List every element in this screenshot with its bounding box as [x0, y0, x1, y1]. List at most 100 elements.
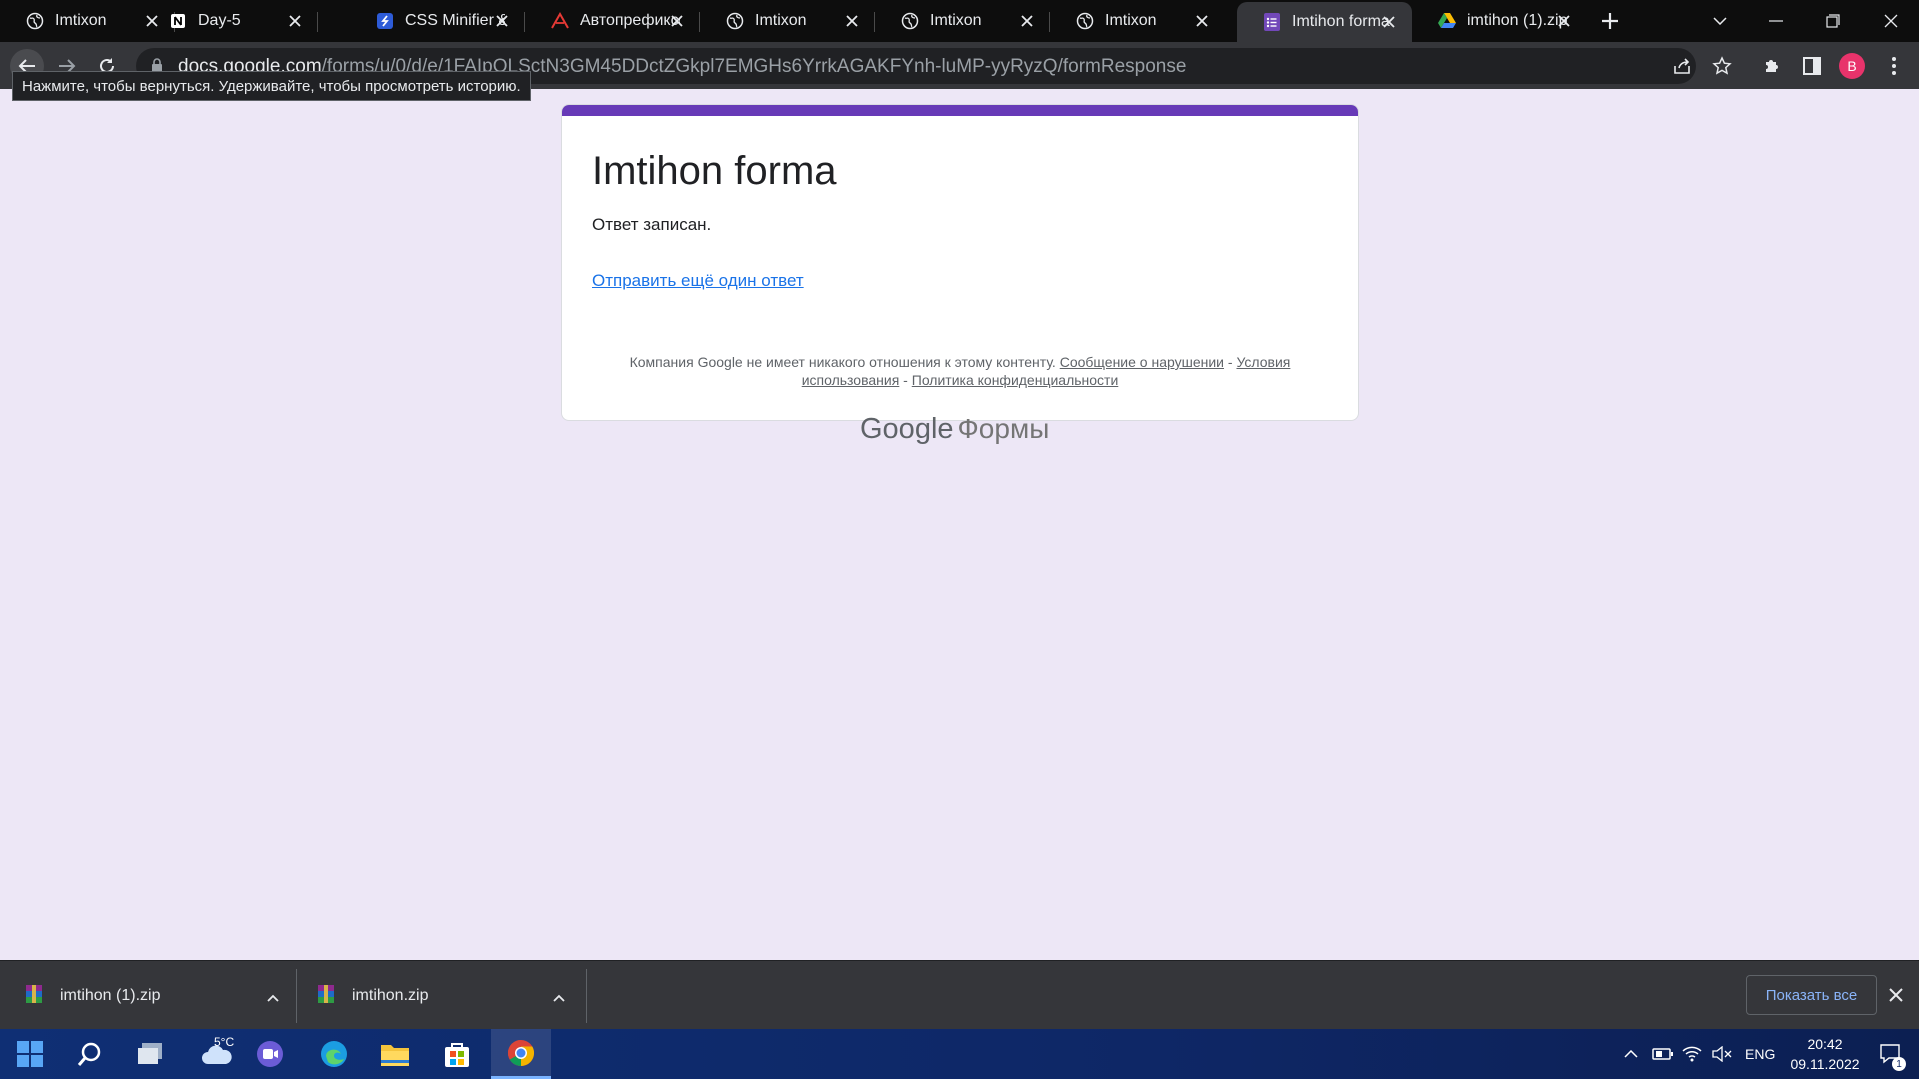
autoprefixer-icon: [550, 11, 570, 31]
close-icon[interactable]: [1018, 12, 1036, 30]
download-filename: imtihon.zip: [352, 987, 429, 1004]
tab-title: Imtixon: [930, 12, 982, 29]
submit-another-response-link[interactable]: Отправить ещё один ответ: [592, 271, 804, 291]
tab-imtihon-forma[interactable]: Imtihon forma: [1237, 2, 1412, 42]
tab-title: CSS Minifier & Compressor: [405, 12, 505, 29]
restore-button[interactable]: [1805, 0, 1861, 42]
task-view-button[interactable]: [122, 1029, 178, 1079]
download-bar: imtihon (1).zip imtihon.zip Показать все: [0, 960, 1919, 1029]
forms-wordmark: Формы: [957, 413, 1050, 444]
tab-imtihon-zip[interactable]: imtihon (1).zip: [1412, 0, 1587, 42]
side-panel-button[interactable]: [1796, 50, 1828, 82]
menu-button[interactable]: [1878, 50, 1910, 82]
start-button[interactable]: [2, 1029, 58, 1079]
show-hidden-icons-button[interactable]: [1624, 1029, 1638, 1079]
tab-imtixon-3[interactable]: Imtixon: [875, 0, 1050, 42]
network-status[interactable]: [1682, 1029, 1702, 1079]
form-title: Imtihon forma: [592, 149, 837, 193]
notion-icon: [168, 11, 188, 31]
close-icon[interactable]: [286, 12, 304, 30]
avatar: B: [1839, 53, 1865, 79]
system-clock[interactable]: 20:42 09.11.2022: [1785, 1034, 1865, 1074]
link-separator: -: [899, 372, 912, 388]
back-button-tooltip: Нажмите, чтобы вернуться. Удерживайте, ч…: [12, 71, 531, 101]
tab-title: Автопрефиксер: [580, 12, 680, 29]
tab-title: Imtixon: [755, 12, 807, 29]
battery-status[interactable]: [1652, 1029, 1674, 1079]
more-vert-icon: [1892, 57, 1896, 75]
star-icon: [1712, 56, 1732, 75]
minimize-button[interactable]: [1748, 0, 1804, 42]
tab-autoprefixer[interactable]: Автопрефиксер: [525, 0, 700, 42]
wifi-icon: [1682, 1046, 1702, 1062]
close-icon[interactable]: [1380, 13, 1398, 31]
tab-separator: [317, 12, 318, 32]
edge-icon: [321, 1041, 347, 1067]
tab-title: Imtixon: [55, 12, 107, 29]
tab-imtixon-4[interactable]: Imtixon: [1050, 0, 1225, 42]
chevron-up-icon[interactable]: [267, 989, 279, 1007]
notifications-button[interactable]: 1: [1880, 1029, 1906, 1079]
clock-time: 20:42: [1807, 1036, 1843, 1052]
close-icon[interactable]: [843, 12, 861, 30]
close-icon: [1884, 14, 1898, 28]
close-icon[interactable]: [493, 12, 511, 30]
tab-css-minifier[interactable]: CSS Minifier & Compressor: [350, 0, 525, 42]
privacy-link[interactable]: Политика конфиденциальности: [912, 372, 1119, 388]
close-icon[interactable]: [1193, 12, 1211, 30]
taskbar-search-button[interactable]: [62, 1029, 118, 1079]
windows-logo-icon: [17, 1041, 43, 1067]
weather-temperature: 5°C: [214, 1035, 235, 1049]
tab-imtixon-2[interactable]: Imtixon: [700, 0, 875, 42]
bookmark-button[interactable]: [1706, 50, 1738, 82]
tab-title: Day-5: [198, 12, 241, 29]
chevron-up-icon: [1624, 1050, 1638, 1058]
chevron-down-icon: [1713, 17, 1727, 25]
profile-button[interactable]: B: [1836, 50, 1868, 82]
google-forms-icon: [1262, 12, 1282, 32]
chrome-icon: [507, 1039, 535, 1066]
input-language[interactable]: ENG: [1745, 1029, 1775, 1079]
download-item[interactable]: imtihon (1).zip: [24, 969, 279, 1023]
notification-count-badge: 1: [1892, 1057, 1906, 1071]
winrar-archive-icon: [316, 984, 336, 1009]
show-all-downloads-button[interactable]: Показать все: [1746, 975, 1877, 1015]
close-window-button[interactable]: [1863, 0, 1919, 42]
tab-title: Imtixon: [1105, 12, 1157, 29]
close-icon: [1889, 988, 1903, 1002]
search-icon: [77, 1042, 101, 1066]
task-view-icon: [138, 1043, 162, 1064]
windows-taskbar: 5°C ENG 20:42 09.11.2022 1: [0, 1029, 1919, 1079]
tab-day-5[interactable]: Day-5: [143, 0, 318, 42]
store-icon: [445, 1043, 469, 1067]
close-icon[interactable]: [668, 12, 686, 30]
extensions-button[interactable]: [1756, 50, 1788, 82]
tab-search-button[interactable]: [1692, 0, 1748, 42]
download-filename: imtihon (1).zip: [60, 987, 161, 1004]
close-download-bar-button[interactable]: [1889, 988, 1903, 1007]
globe-icon: [725, 11, 745, 31]
video-chat-icon: [257, 1041, 283, 1067]
store-button[interactable]: [429, 1029, 485, 1079]
globe-icon: [25, 11, 45, 31]
google-drive-icon: [1437, 11, 1457, 31]
footer-disclaimer: Компания Google не имеет никакого отноше…: [590, 353, 1330, 389]
new-tab-button[interactable]: [1598, 9, 1622, 33]
download-item[interactable]: imtihon.zip: [316, 969, 565, 1023]
browser-tab-strip: Imtixon Day-5 CSS Minifier & Compressor …: [0, 0, 1919, 42]
google-wordmark: Google: [860, 413, 954, 445]
share-button[interactable]: [1666, 50, 1698, 82]
chevron-up-icon[interactable]: [553, 989, 565, 1007]
volume-status[interactable]: [1712, 1029, 1732, 1079]
disclaimer-text: Компания Google не имеет никакого отноше…: [629, 354, 1056, 370]
download-separator: [586, 969, 587, 1023]
response-recorded-message: Ответ записан.: [592, 215, 712, 234]
file-explorer-button[interactable]: [367, 1029, 423, 1079]
close-icon[interactable]: [1555, 12, 1573, 30]
download-separator: [296, 969, 297, 1023]
teams-chat-button[interactable]: [242, 1029, 298, 1079]
edge-button[interactable]: [306, 1029, 362, 1079]
chrome-button[interactable]: [491, 1029, 551, 1079]
report-abuse-link[interactable]: Сообщение о нарушении: [1060, 354, 1224, 370]
google-forms-logo[interactable]: Google Формы: [860, 413, 1060, 446]
